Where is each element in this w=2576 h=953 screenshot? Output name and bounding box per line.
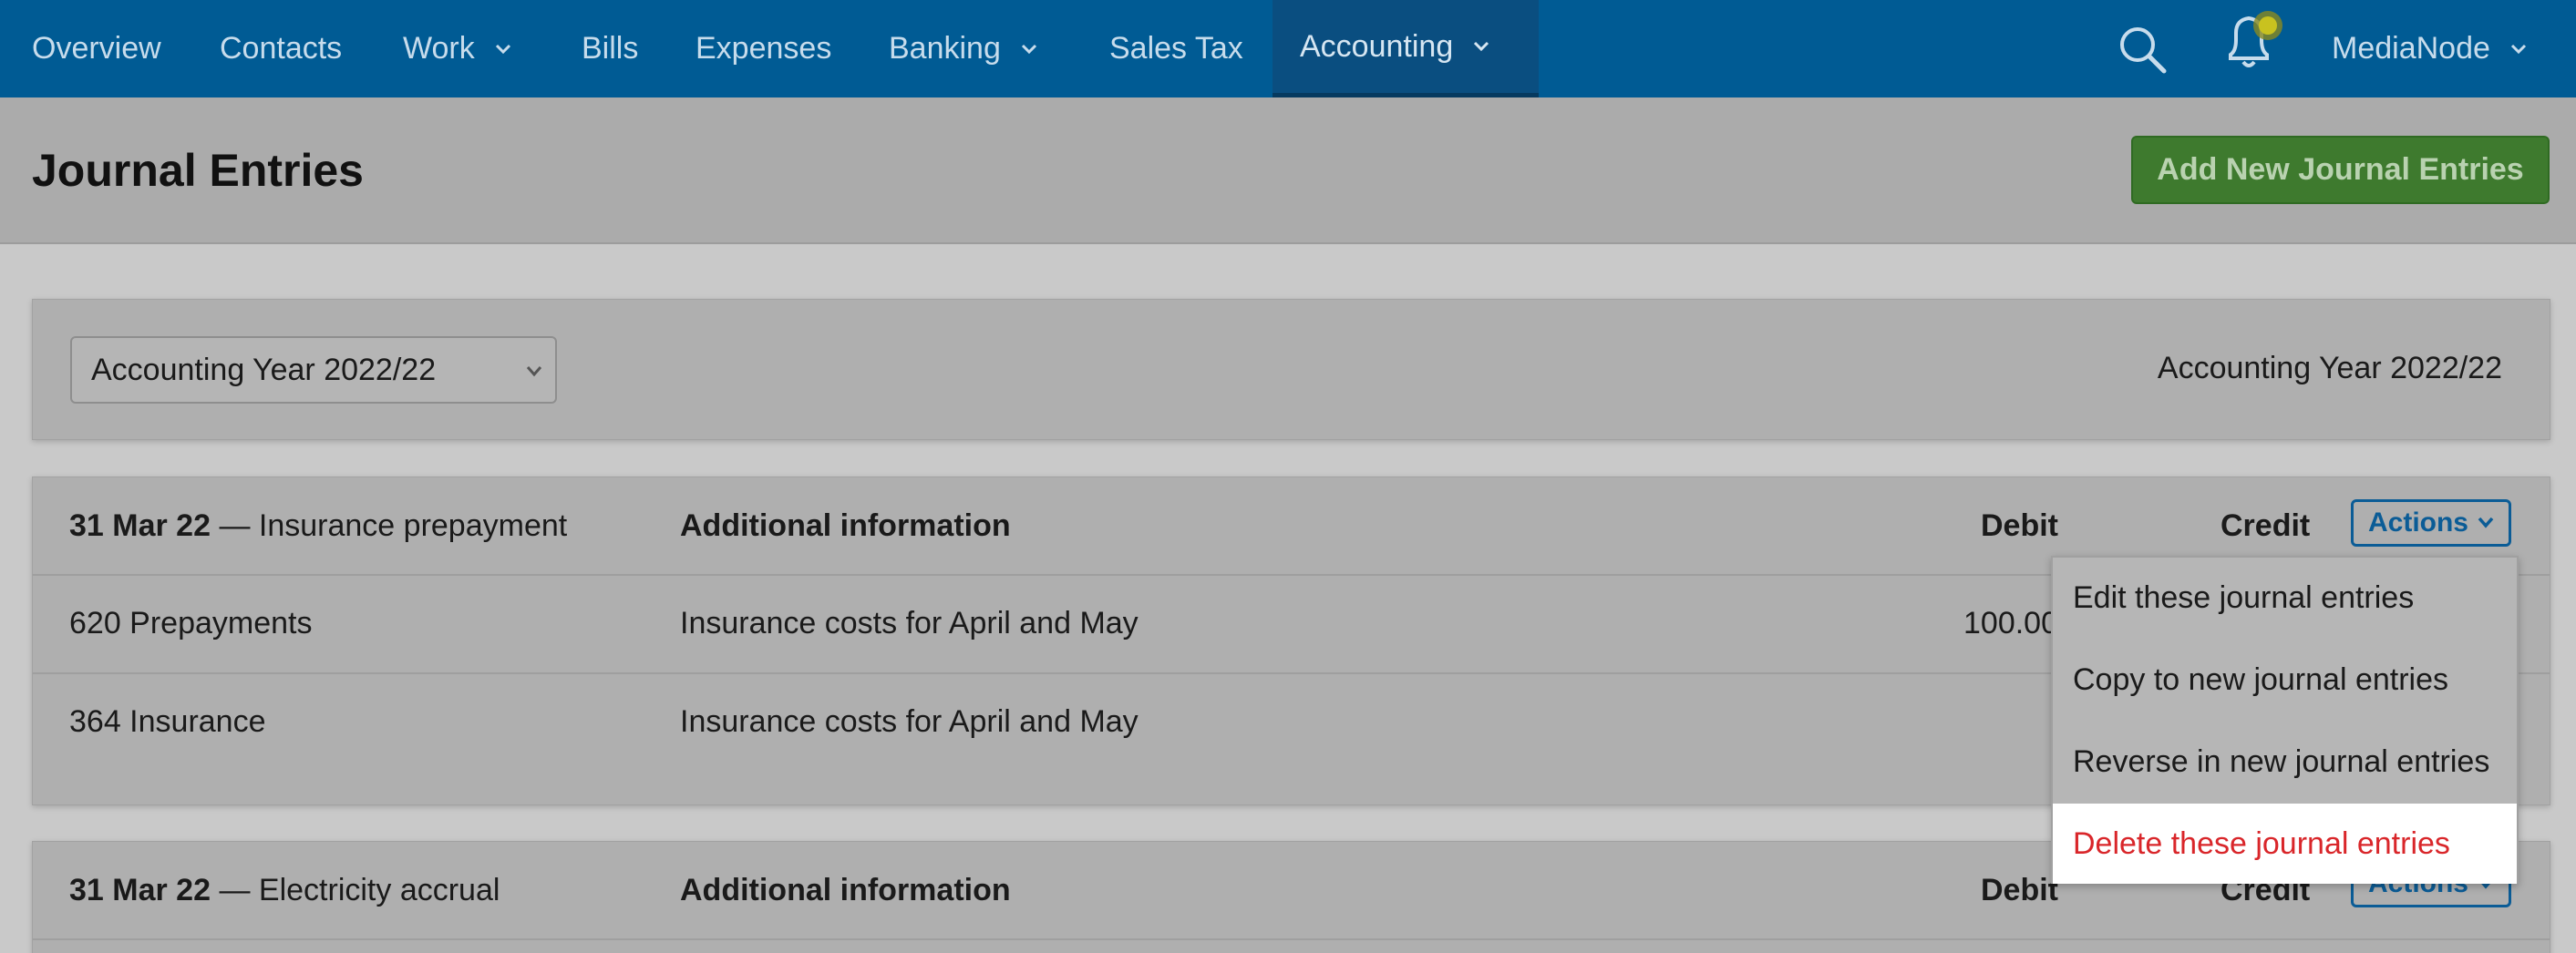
nav-item-accounting[interactable]: Accounting [1273,0,1539,97]
filter-panel: Accounting Year 2022/22 Accounting Year … [32,299,2550,440]
selected-year: Accounting Year 2022/22 [91,352,437,387]
line-info: Insurance costs for April and May [680,704,1139,739]
entry-heading: 31 Mar 22 — Electricity accrual [69,873,500,908]
entry-description: Insurance prepayment [258,508,568,543]
entry-date: 31 Mar 22 [69,508,211,543]
menu-item-delete[interactable]: Delete these journal entries [2053,804,2517,884]
column-header-info: Additional information [680,873,1011,907]
nav-item-overview[interactable]: Overview [32,0,161,97]
column-header-info: Additional information [680,508,1011,543]
nav-item-label: Bills [582,31,639,66]
current-year-label: Accounting Year 2022/22 [2157,351,2502,385]
account-menu[interactable]: MediaNode [2332,0,2527,97]
chevron-down-icon [526,366,542,377]
column-header-debit: Debit [1981,508,2058,543]
actions-button[interactable]: Actions [2351,499,2511,547]
page-title: Journal Entries [32,145,364,196]
entry-description: Electricity accrual [258,873,500,907]
bell-icon[interactable] [2220,4,2283,77]
search-icon[interactable] [2115,22,2169,77]
menu-item-edit[interactable]: Edit these journal entries [2053,558,2517,638]
menu-item-reverse[interactable]: Reverse in new journal entries [2053,722,2517,802]
column-header-debit: Debit [1981,873,2058,907]
chevron-down-icon [1021,44,1036,54]
nav-item-expenses[interactable]: Expenses [696,0,831,97]
actions-dropdown-menu: Edit these journal entries Copy to new j… [2051,556,2519,884]
nav-item-label: Work [403,31,475,66]
nav-item-banking[interactable]: Banking [889,0,1037,97]
nav-item-sales-tax[interactable]: Sales Tax [1109,0,1243,97]
chevron-down-icon [2478,517,2494,528]
chevron-down-icon [2510,44,2526,54]
nav-item-label: Overview [32,31,161,66]
entry-separator: — [219,873,251,907]
line-account: 364 Insurance [69,704,266,739]
nav-item-label: Expenses [696,31,832,66]
add-journal-entries-button[interactable]: Add New Journal Entries [2131,136,2550,204]
table-row [33,938,2550,953]
entry-heading: 31 Mar 22 — Insurance prepayment [69,508,567,544]
actions-label: Actions [2367,507,2468,538]
nav-item-label: Banking [889,31,1001,66]
line-info: Insurance costs for April and May [680,606,1139,640]
account-name: MediaNode [2332,31,2490,66]
line-account: 620 Prepayments [69,606,313,640]
nav-item-bills[interactable]: Bills [582,0,638,97]
column-header-credit: Credit [2221,508,2311,543]
chevron-down-icon [495,44,510,54]
accounting-year-select[interactable]: Accounting Year 2022/22 [70,336,557,404]
nav-item-contacts[interactable]: Contacts [220,0,342,97]
menu-item-copy[interactable]: Copy to new journal entries [2053,640,2517,720]
chevron-down-icon [1474,41,1489,52]
top-navigation: Overview Contacts Work Bills Expenses Ba… [0,0,2576,97]
nav-item-label: Sales Tax [1109,31,1243,66]
nav-item-label: Accounting [1300,28,1454,64]
nav-item-work[interactable]: Work [403,0,511,97]
entry-separator: — [219,508,251,543]
nav-item-label: Contacts [220,31,343,66]
entry-date: 31 Mar 22 [69,873,211,907]
line-debit: 100.00 [1963,606,2058,640]
